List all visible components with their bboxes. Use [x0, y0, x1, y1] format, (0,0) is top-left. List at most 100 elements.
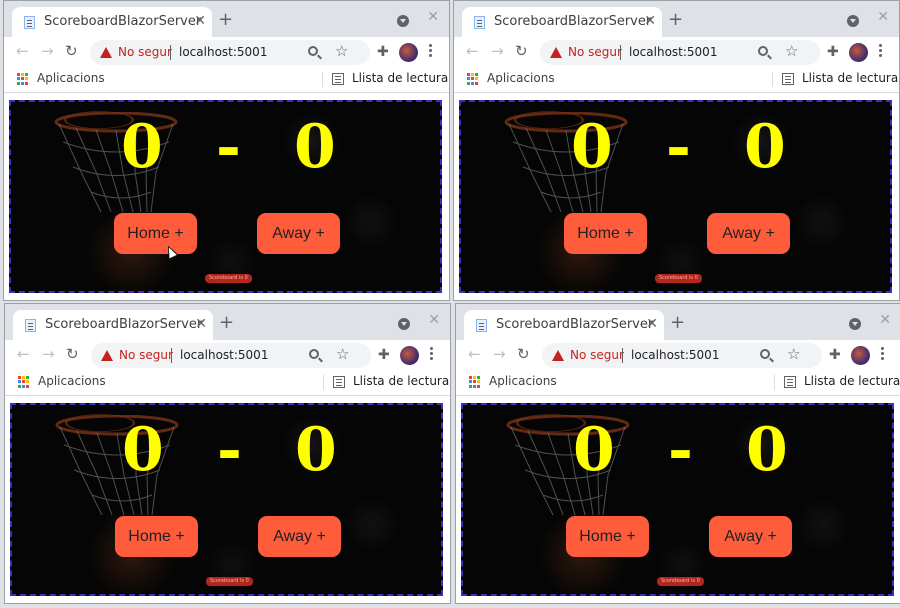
tab-title: ScoreboardBlazorServer — [45, 317, 203, 332]
security-label[interactable]: No segur — [570, 348, 624, 362]
away-plus-button[interactable]: Away + — [707, 213, 790, 254]
warning-icon[interactable] — [552, 350, 564, 361]
window-close-icon[interactable]: ✕ — [879, 312, 891, 328]
reading-list-icon[interactable] — [782, 73, 794, 85]
browser-tab[interactable]: ScoreboardBlazorServer ✕ — [12, 7, 212, 37]
kebab-menu-icon[interactable] — [879, 43, 883, 61]
window-close-icon[interactable]: ✕ — [877, 9, 889, 25]
reading-list-icon[interactable] — [332, 73, 344, 85]
reload-icon[interactable]: ↻ — [65, 42, 78, 60]
home-plus-button[interactable]: Home + — [566, 516, 649, 557]
reading-list-label[interactable]: Llista de lectura — [353, 374, 449, 388]
away-plus-button[interactable]: Away + — [257, 213, 340, 254]
extensions-puzzle-icon[interactable]: ✚ — [827, 44, 839, 60]
profile-avatar[interactable] — [400, 346, 419, 365]
forward-icon[interactable]: → — [42, 345, 55, 363]
apps-grid-icon[interactable] — [17, 73, 29, 85]
address-bar[interactable]: No segur localhost:5001 ☆ — [540, 40, 820, 65]
back-icon[interactable]: ← — [466, 42, 479, 60]
zoom-icon[interactable] — [760, 349, 770, 359]
bookmark-star-icon[interactable]: ☆ — [785, 42, 798, 60]
warning-icon[interactable] — [100, 47, 112, 58]
address-bar[interactable]: No segur localhost:5001 ☆ — [91, 343, 371, 368]
apps-bookmark-label[interactable]: Aplicacions — [37, 71, 105, 85]
kebab-menu-icon[interactable] — [430, 346, 434, 364]
security-label[interactable]: No segur — [568, 45, 622, 59]
tab-close-icon[interactable]: ✕ — [195, 316, 207, 332]
bookmark-star-icon[interactable]: ☆ — [336, 345, 349, 363]
home-plus-button[interactable]: Home + — [564, 213, 647, 254]
page-favicon-icon — [25, 319, 36, 332]
home-plus-button[interactable]: Home + — [115, 516, 198, 557]
warning-icon[interactable] — [550, 47, 562, 58]
window-close-icon[interactable]: ✕ — [428, 312, 440, 328]
reading-list-label[interactable]: Llista de lectura — [352, 71, 448, 85]
apps-bookmark-label[interactable]: Aplicacions — [487, 71, 555, 85]
tab-search-icon[interactable] — [849, 318, 861, 330]
reading-list-icon[interactable] — [333, 376, 345, 388]
url-text[interactable]: localhost:5001 — [179, 45, 267, 59]
divider — [772, 72, 773, 87]
address-bar[interactable]: No segur localhost:5001 ☆ — [90, 40, 370, 65]
back-icon[interactable]: ← — [468, 345, 481, 363]
back-icon[interactable]: ← — [16, 42, 29, 60]
zoom-icon[interactable] — [309, 349, 319, 359]
extensions-puzzle-icon[interactable]: ✚ — [829, 347, 841, 363]
profile-avatar[interactable] — [851, 346, 870, 365]
zoom-icon[interactable] — [758, 46, 768, 56]
profile-avatar[interactable] — [399, 43, 418, 62]
extensions-puzzle-icon[interactable]: ✚ — [377, 44, 389, 60]
new-tab-icon[interactable]: + — [219, 314, 234, 332]
kebab-menu-icon[interactable] — [429, 43, 433, 61]
kebab-menu-icon[interactable] — [881, 346, 885, 364]
tab-close-icon[interactable]: ✕ — [194, 13, 206, 29]
new-tab-icon[interactable]: + — [218, 11, 233, 29]
extensions-puzzle-icon[interactable]: ✚ — [378, 347, 390, 363]
address-bar[interactable]: No segur localhost:5001 ☆ — [542, 343, 822, 368]
browser-tab[interactable]: ScoreboardBlazorServer ✕ — [464, 310, 664, 340]
reload-icon[interactable]: ↻ — [517, 345, 530, 363]
bookmark-star-icon[interactable]: ☆ — [787, 345, 800, 363]
window-close-icon[interactable]: ✕ — [427, 9, 439, 25]
security-label[interactable]: No segur — [118, 45, 172, 59]
reload-icon[interactable]: ↻ — [515, 42, 528, 60]
page-viewport: 0 - 0 Home + Away + Scoreboard is 0 — [4, 94, 449, 300]
away-plus-button[interactable]: Away + — [258, 516, 341, 557]
apps-bookmark-label[interactable]: Aplicacions — [38, 374, 106, 388]
browser-tab[interactable]: ScoreboardBlazorServer ✕ — [13, 310, 213, 340]
reading-list-icon[interactable] — [784, 376, 796, 388]
apps-grid-icon[interactable] — [469, 376, 481, 388]
away-score: 0 — [295, 415, 337, 485]
apps-grid-icon[interactable] — [467, 73, 479, 85]
away-score: 0 — [744, 112, 786, 182]
new-tab-icon[interactable]: + — [670, 314, 685, 332]
url-text[interactable]: localhost:5001 — [180, 348, 268, 362]
reading-list-label[interactable]: Llista de lectura — [802, 71, 898, 85]
apps-grid-icon[interactable] — [18, 376, 30, 388]
profile-avatar[interactable] — [849, 43, 868, 62]
zoom-icon[interactable] — [308, 46, 318, 56]
forward-icon[interactable]: → — [493, 345, 506, 363]
forward-icon[interactable]: → — [491, 42, 504, 60]
tab-search-icon[interactable] — [398, 318, 410, 330]
tab-close-icon[interactable]: ✕ — [646, 316, 658, 332]
apps-bookmark-label[interactable]: Aplicacions — [489, 374, 557, 388]
back-icon[interactable]: ← — [17, 345, 30, 363]
forward-icon[interactable]: → — [41, 42, 54, 60]
security-label[interactable]: No segur — [119, 348, 173, 362]
score-row: 0 - 0 — [11, 112, 440, 182]
reading-list-label[interactable]: Llista de lectura — [804, 374, 900, 388]
tab-title: ScoreboardBlazorServer — [44, 14, 202, 29]
bookmark-star-icon[interactable]: ☆ — [335, 42, 348, 60]
url-text[interactable]: localhost:5001 — [631, 348, 719, 362]
new-tab-icon[interactable]: + — [668, 11, 683, 29]
warning-icon[interactable] — [101, 350, 113, 361]
url-text[interactable]: localhost:5001 — [629, 45, 717, 59]
browser-tab[interactable]: ScoreboardBlazorServer ✕ — [462, 7, 662, 37]
away-plus-button[interactable]: Away + — [709, 516, 792, 557]
tab-search-icon[interactable] — [397, 15, 409, 27]
tab-search-icon[interactable] — [847, 15, 859, 27]
home-plus-button[interactable]: Home + — [114, 213, 197, 254]
tab-close-icon[interactable]: ✕ — [644, 13, 656, 29]
reload-icon[interactable]: ↻ — [66, 345, 79, 363]
